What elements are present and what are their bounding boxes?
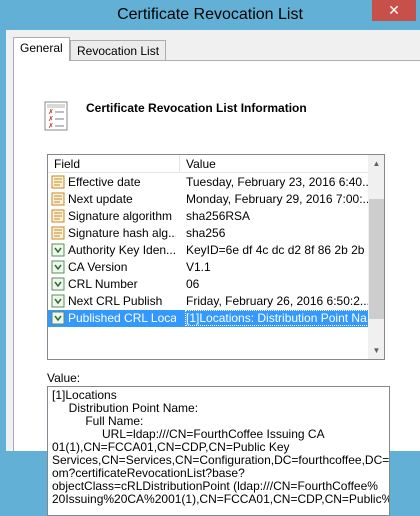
row-value: Monday, February 29, 2016 7:00:... bbox=[186, 192, 368, 206]
row-field: Published CRL Loca... bbox=[68, 311, 176, 325]
row-field: Next update bbox=[68, 192, 133, 206]
list-scrollbar[interactable]: ▲ ▼ bbox=[368, 155, 384, 359]
value-label: Value: bbox=[47, 371, 81, 385]
document-icon bbox=[51, 209, 65, 223]
list-row-next-update[interactable]: Next update Monday, February 29, 2016 7:… bbox=[48, 191, 368, 208]
document-icon bbox=[51, 175, 65, 189]
list-row-next-crl-publish[interactable]: Next CRL Publish Friday, February 26, 20… bbox=[48, 293, 368, 310]
row-field: CRL Number bbox=[68, 277, 138, 291]
document-icon bbox=[51, 226, 65, 240]
row-value: Tuesday, February 23, 2016 6:40... bbox=[186, 175, 368, 189]
scroll-up-arrow-icon[interactable]: ▲ bbox=[368, 155, 384, 172]
list-header: Field Value bbox=[48, 155, 368, 173]
row-value: sha256RSA bbox=[186, 209, 251, 223]
scroll-thumb[interactable] bbox=[369, 199, 384, 319]
field-list[interactable]: Field Value Effective date Tuesday, Febr… bbox=[47, 154, 385, 360]
extension-icon bbox=[51, 294, 65, 308]
row-field: Signature hash alg... bbox=[68, 226, 176, 240]
row-value: KeyID=6e df 4c dc d2 8f 86 2b 2b ... bbox=[186, 243, 368, 257]
list-row-authority-key[interactable]: Authority Key Iden... KeyID=6e df 4c dc … bbox=[48, 242, 368, 259]
row-field: Authority Key Iden... bbox=[68, 243, 176, 257]
crl-dialog-window: Certificate Revocation List ✕ General Re… bbox=[0, 0, 420, 516]
extension-icon bbox=[51, 311, 65, 325]
general-tab-panel: ✗ ✗ ✗ Certificate Revocation List Inform… bbox=[13, 60, 420, 516]
extension-icon bbox=[51, 243, 65, 257]
scroll-down-arrow-icon[interactable]: ▼ bbox=[368, 342, 384, 359]
close-button[interactable]: ✕ bbox=[372, 0, 416, 21]
row-value: [1]Locations: Distribution Point Na... bbox=[185, 310, 369, 326]
tab-general[interactable]: General bbox=[13, 37, 70, 61]
list-row-signature-hash[interactable]: Signature hash alg... sha256 bbox=[48, 225, 368, 242]
window-title: Certificate Revocation List bbox=[117, 6, 303, 23]
list-row-published-crl-locations[interactable]: Published CRL Loca... [1]Locations: Dist… bbox=[48, 310, 369, 327]
column-divider[interactable] bbox=[179, 155, 180, 173]
row-value: sha256 bbox=[186, 226, 226, 240]
row-field: Signature algorithm bbox=[68, 209, 173, 223]
row-field: Effective date bbox=[68, 175, 141, 189]
list-row-signature-algorithm[interactable]: Signature algorithm sha256RSA bbox=[48, 208, 368, 225]
certificate-list-icon: ✗ ✗ ✗ bbox=[44, 101, 68, 131]
document-icon bbox=[51, 192, 65, 206]
title-bar[interactable]: Certificate Revocation List ✕ bbox=[0, 0, 420, 30]
list-row-crl-number[interactable]: CRL Number 06 bbox=[48, 276, 368, 293]
extension-icon bbox=[51, 260, 65, 274]
column-header-field[interactable]: Field bbox=[54, 157, 80, 171]
dialog-client-area: General Revocation List ✗ ✗ ✗ Certificat… bbox=[6, 30, 420, 516]
close-icon: ✕ bbox=[388, 2, 400, 18]
row-field: CA Version bbox=[68, 260, 128, 274]
row-value: V1.1 bbox=[186, 260, 211, 274]
row-field: Next CRL Publish bbox=[68, 294, 163, 308]
list-row-ca-version[interactable]: CA Version V1.1 bbox=[48, 259, 368, 276]
list-row-effective-date[interactable]: Effective date Tuesday, February 23, 201… bbox=[48, 174, 368, 191]
value-textbox[interactable]: [1]Locations Distribution Point Name: Fu… bbox=[47, 386, 390, 516]
section-title: Certificate Revocation List Information bbox=[86, 101, 307, 115]
extension-icon bbox=[51, 277, 65, 291]
svg-text:✗: ✗ bbox=[48, 122, 54, 130]
column-header-value[interactable]: Value bbox=[186, 157, 216, 171]
row-value: Friday, February 26, 2016 6:50:2... bbox=[186, 294, 368, 308]
tab-revocation-list[interactable]: Revocation List bbox=[70, 40, 167, 62]
row-value: 06 bbox=[186, 277, 200, 291]
